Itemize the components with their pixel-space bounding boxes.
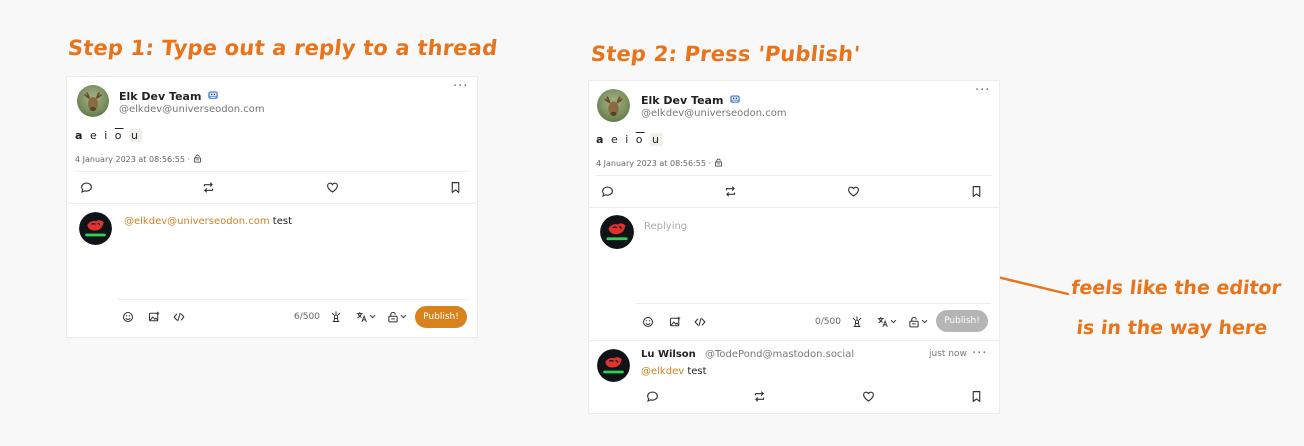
divider — [67, 203, 477, 204]
reply-editor[interactable]: @elkdev@universeodon.com test — [124, 216, 292, 227]
lock-icon — [714, 158, 723, 167]
step2-title: Step 2: Press 'Publish' — [589, 42, 862, 66]
favourite-icon[interactable] — [847, 185, 860, 198]
translate-icon[interactable] — [356, 311, 368, 323]
reply-icon[interactable] — [601, 185, 614, 198]
emoji-icon[interactable] — [642, 316, 654, 328]
user-avatar[interactable] — [79, 212, 112, 245]
author-name[interactable]: Elk Dev Team — [119, 90, 219, 103]
favourite-icon[interactable] — [862, 390, 875, 403]
divider — [589, 207, 999, 208]
bookmark-icon[interactable] — [970, 390, 983, 403]
divider — [596, 175, 992, 176]
visibility-icon[interactable] — [908, 316, 920, 328]
divider — [75, 171, 469, 172]
reply-icon[interactable] — [80, 181, 93, 194]
schedule-icon[interactable] — [330, 311, 342, 323]
character-counter: 6/500 — [294, 312, 320, 322]
reply-author-avatar[interactable] — [597, 349, 630, 382]
reply-author-handle[interactable]: @TodePond@mastodon.social — [705, 349, 854, 360]
author-avatar[interactable] — [597, 89, 630, 122]
reply-mention[interactable]: @elkdev — [641, 366, 684, 377]
chevron-down-icon[interactable] — [889, 317, 898, 326]
note-line-2: is in the way here — [1075, 317, 1269, 339]
more-icon[interactable]: ··· — [453, 79, 468, 94]
author-handle[interactable]: @elkdev@universeodon.com — [119, 104, 265, 115]
boost-icon[interactable] — [724, 185, 737, 198]
reply-mention[interactable]: @elkdev@universeodon.com — [124, 216, 270, 227]
visibility-icon[interactable] — [387, 311, 399, 323]
verified-icon — [207, 90, 219, 101]
reply-typed-text: test — [269, 216, 292, 227]
bookmark-icon[interactable] — [970, 185, 983, 198]
post-date[interactable]: 4 January 2023 at 08:56:55 · — [596, 158, 723, 168]
chevron-down-icon[interactable] — [368, 312, 377, 321]
more-icon[interactable]: ··· — [975, 83, 990, 98]
editor-divider — [636, 303, 991, 304]
chevron-down-icon[interactable] — [399, 312, 408, 321]
lock-icon — [193, 154, 202, 163]
chevron-down-icon[interactable] — [920, 317, 929, 326]
reply-content: @elkdev test — [641, 366, 707, 377]
bookmark-icon[interactable] — [449, 181, 462, 194]
author-avatar[interactable] — [77, 85, 109, 117]
schedule-icon[interactable] — [851, 316, 863, 328]
step1-title: Step 1: Type out a reply to a thread — [66, 36, 499, 60]
publish-button[interactable]: Publish! — [415, 306, 467, 328]
character-counter: 0/500 — [815, 317, 841, 327]
step1-card: Elk Dev Team @elkdev@universeodon.com ··… — [66, 76, 478, 338]
author-name[interactable]: Elk Dev Team — [641, 94, 741, 107]
status-text: a e i o u — [596, 133, 663, 146]
more-icon[interactable]: ··· — [972, 346, 987, 361]
reply-time[interactable]: just now — [929, 349, 967, 359]
status-text: a e i o u — [75, 129, 142, 142]
media-icon[interactable] — [669, 316, 681, 328]
step2-card: Elk Dev Team @elkdev@universeodon.com ··… — [588, 80, 1000, 414]
editor-divider — [117, 299, 469, 300]
translate-icon[interactable] — [877, 316, 889, 328]
post-date[interactable]: 4 January 2023 at 08:56:55 · — [75, 154, 202, 164]
publish-button-disabled[interactable]: Publish! — [936, 310, 988, 332]
media-icon[interactable] — [148, 311, 160, 323]
author-handle[interactable]: @elkdev@universeodon.com — [641, 108, 787, 119]
annotation-note: feels like the editor is in the way here — [1056, 268, 1292, 348]
boost-icon[interactable] — [202, 181, 215, 194]
reply-icon[interactable] — [646, 390, 659, 403]
boost-icon[interactable] — [753, 390, 766, 403]
reply-editor[interactable]: Replying — [644, 221, 687, 232]
user-avatar[interactable] — [600, 215, 634, 249]
divider — [589, 340, 999, 341]
favourite-icon[interactable] — [326, 181, 339, 194]
code-icon[interactable] — [694, 316, 706, 328]
verified-icon — [729, 94, 741, 105]
emoji-icon[interactable] — [122, 311, 134, 323]
note-line-1: feels like the editor — [1070, 277, 1283, 299]
reply-author-name[interactable]: Lu Wilson — [641, 349, 696, 360]
code-icon[interactable] — [173, 311, 185, 323]
